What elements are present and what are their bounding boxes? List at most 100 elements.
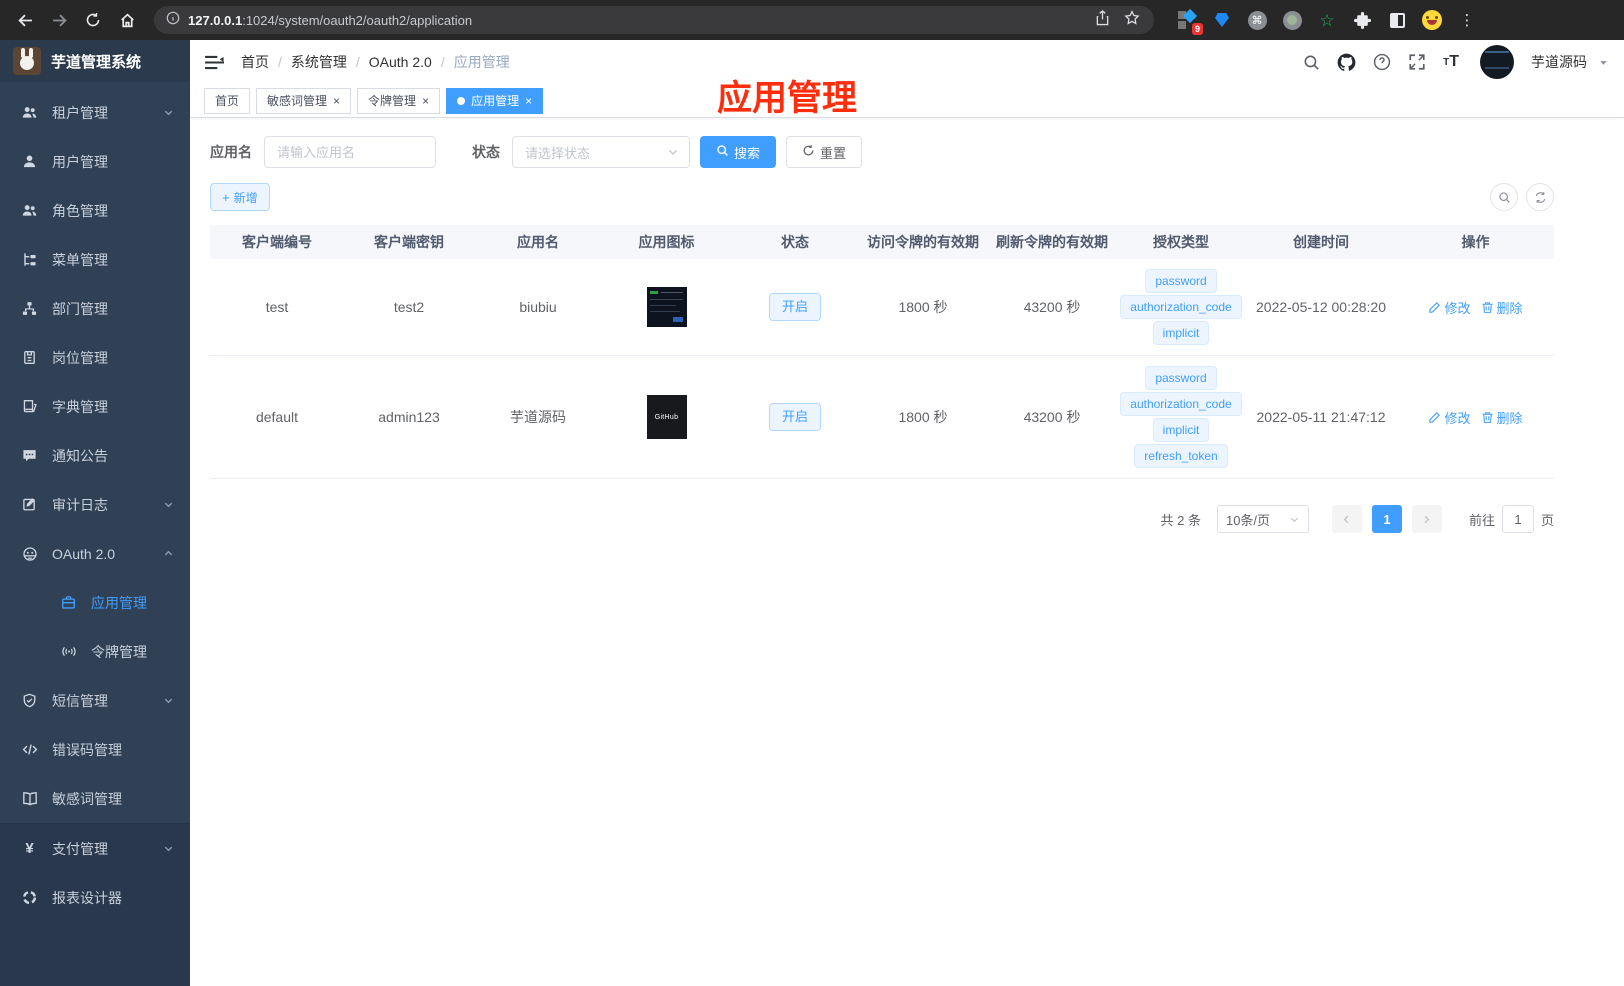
cell-status: 开启 <box>731 283 859 331</box>
goto-label: 前往 <box>1468 512 1495 528</box>
user-menu-caret-icon[interactable] <box>1598 57 1609 68</box>
breadcrumb-item[interactable]: OAuth 2.0 <box>369 54 432 70</box>
reset-button[interactable]: 重置 <box>786 136 863 168</box>
help-icon[interactable] <box>1373 53 1391 71</box>
tab-应用管理[interactable]: 应用管理 × <box>446 87 544 114</box>
fullscreen-icon[interactable] <box>1408 53 1426 71</box>
extensions-puzzle-icon[interactable] <box>1351 9 1373 31</box>
search-button[interactable]: 搜索 <box>700 136 777 168</box>
refresh-icon <box>802 144 815 160</box>
tab-令牌管理[interactable]: 令牌管理 × <box>357 87 441 114</box>
sidebar-item-dict[interactable]: 字典管理 <box>0 382 190 431</box>
sidebar-item-menu[interactable]: 菜单管理 <box>0 235 190 284</box>
cell-client-id: test <box>265 299 289 315</box>
extension-command-icon[interactable]: ⌘ <box>1246 9 1268 31</box>
status-select[interactable]: 请选择状态 <box>512 136 690 168</box>
sidebar-item-audit[interactable]: 审计日志 <box>0 480 190 529</box>
delete-button[interactable]: 删除 <box>1481 408 1523 427</box>
page-number-1[interactable]: 1 <box>1371 505 1402 533</box>
sidebar-item-report[interactable]: 报表设计器 <box>0 873 190 922</box>
bookmark-star-icon[interactable] <box>1124 9 1140 31</box>
cell-app-name: biubiu <box>519 299 557 315</box>
sidebar-item-dept[interactable]: 部门管理 <box>0 284 190 333</box>
sidebar-item-oauth-token[interactable]: 令牌管理 <box>0 627 190 676</box>
close-tab-icon[interactable]: × <box>422 95 429 107</box>
openbook-icon <box>21 791 38 806</box>
browser-home-icon[interactable] <box>112 5 142 35</box>
extension-record-icon[interactable] <box>1281 9 1303 31</box>
close-tab-icon[interactable]: × <box>525 95 532 107</box>
cell-client-secret: test2 <box>393 299 425 315</box>
sidebar-item-notice[interactable]: 通知公告 <box>0 431 190 480</box>
sidebar-item-pay[interactable]: ¥ 支付管理 <box>0 824 190 873</box>
sidebar-item-errcode[interactable]: 错误码管理 <box>0 725 190 774</box>
sidebar-item-role[interactable]: 角色管理 <box>0 186 190 235</box>
chevron-down-icon <box>163 499 174 510</box>
github-icon[interactable] <box>1337 53 1356 72</box>
user-avatar[interactable] <box>1480 45 1514 79</box>
site-info-icon[interactable] <box>166 11 180 30</box>
browser-forward-icon[interactable] <box>44 5 74 35</box>
robot-icon <box>21 546 38 562</box>
cell-client-id: default <box>255 409 299 425</box>
sidebar-item-user[interactable]: 用户管理 <box>0 137 190 186</box>
top-navbar: 首页 / 系统管理 / OAuth 2.0 / 应用管理 TT 芋道源码 <box>190 40 1624 84</box>
toggle-search-button[interactable] <box>1490 183 1518 211</box>
edit-button[interactable]: 修改 <box>1428 408 1471 427</box>
header-search-icon[interactable] <box>1303 54 1320 71</box>
table-toolbar: + 新增 <box>210 183 1554 211</box>
close-tab-icon[interactable]: × <box>333 95 340 107</box>
active-dot-icon <box>457 96 466 105</box>
tab-首页[interactable]: 首页 <box>204 87 251 114</box>
sidebar-item-sms[interactable]: 短信管理 <box>0 676 190 725</box>
edit-button[interactable]: 修改 <box>1428 298 1471 317</box>
column-header: 刷新令牌的有效期 <box>996 234 1108 250</box>
column-header: 授权类型 <box>1153 234 1209 250</box>
token-icon <box>60 644 77 659</box>
browser-back-icon[interactable] <box>10 5 40 35</box>
browser-profile-avatar[interactable] <box>1421 9 1443 31</box>
address-bar[interactable]: 127.0.0.1:1024/system/oauth2/oauth2/appl… <box>154 6 1154 34</box>
breadcrumb-item[interactable]: 首页 <box>241 52 269 72</box>
cell-app-icon <box>602 277 731 337</box>
sidebar-item-post[interactable]: 岗位管理 <box>0 333 190 382</box>
badge-icon <box>21 350 38 365</box>
tab-敏感词管理[interactable]: 敏感词管理 × <box>256 87 352 114</box>
app-title: 芋道管理系统 <box>51 53 142 71</box>
sidebar-collapse-icon[interactable] <box>205 54 224 71</box>
goto-page-input[interactable] <box>1501 505 1534 533</box>
browser-menu-icon[interactable]: ⋮ <box>1456 9 1478 31</box>
shield-icon <box>21 693 38 708</box>
column-header: 创建时间 <box>1293 234 1349 250</box>
add-button[interactable]: + 新增 <box>210 183 270 211</box>
refresh-table-button[interactable] <box>1526 183 1554 211</box>
page-content: 应用名 状态 请选择状态 搜索 重置 + <box>190 118 1554 533</box>
app-name-input[interactable] <box>264 136 436 168</box>
app-name-label: 应用名 <box>210 144 252 160</box>
prev-page-button[interactable] <box>1331 505 1362 533</box>
org-icon <box>21 301 38 316</box>
sidebar-menu: 租户管理 用户管理 角色管理 菜单管理 部门管理 岗位管理 字典管理 通知公告 审计日志 OAut… <box>0 82 190 986</box>
status-tag: 开启 <box>768 293 821 321</box>
extension-gem-icon[interactable] <box>1211 9 1233 31</box>
next-page-button[interactable] <box>1411 505 1442 533</box>
report-icon <box>21 890 38 905</box>
sidebar-item-tenant[interactable]: 租户管理 <box>0 88 190 137</box>
browser-sidepanel-icon[interactable] <box>1386 9 1408 31</box>
page-size-select[interactable]: 10条/页 <box>1216 505 1309 533</box>
grant-type-tag: password <box>1145 366 1217 390</box>
sidebar-item-sensitive[interactable]: 敏感词管理 <box>0 774 190 823</box>
extension-green-star-icon[interactable]: ☆ <box>1316 9 1338 31</box>
breadcrumb-item[interactable]: 系统管理 <box>291 52 347 72</box>
sidebar-item-oauth-app[interactable]: 应用管理 <box>0 578 190 627</box>
share-icon[interactable] <box>1095 9 1110 31</box>
font-size-icon[interactable]: TT <box>1443 53 1459 71</box>
extension-tampermonkey-icon[interactable]: 9 <box>1176 8 1203 35</box>
cell-access-token-ttl: 1800 秒 <box>898 409 948 425</box>
sidebar-item-oauth[interactable]: OAuth 2.0 <box>0 529 190 578</box>
cell-refresh-token-ttl: 43200 秒 <box>1023 299 1081 315</box>
people-icon <box>21 105 38 120</box>
column-header: 客户端编号 <box>242 234 312 250</box>
delete-button[interactable]: 删除 <box>1481 298 1523 317</box>
browser-reload-icon[interactable] <box>78 5 108 35</box>
